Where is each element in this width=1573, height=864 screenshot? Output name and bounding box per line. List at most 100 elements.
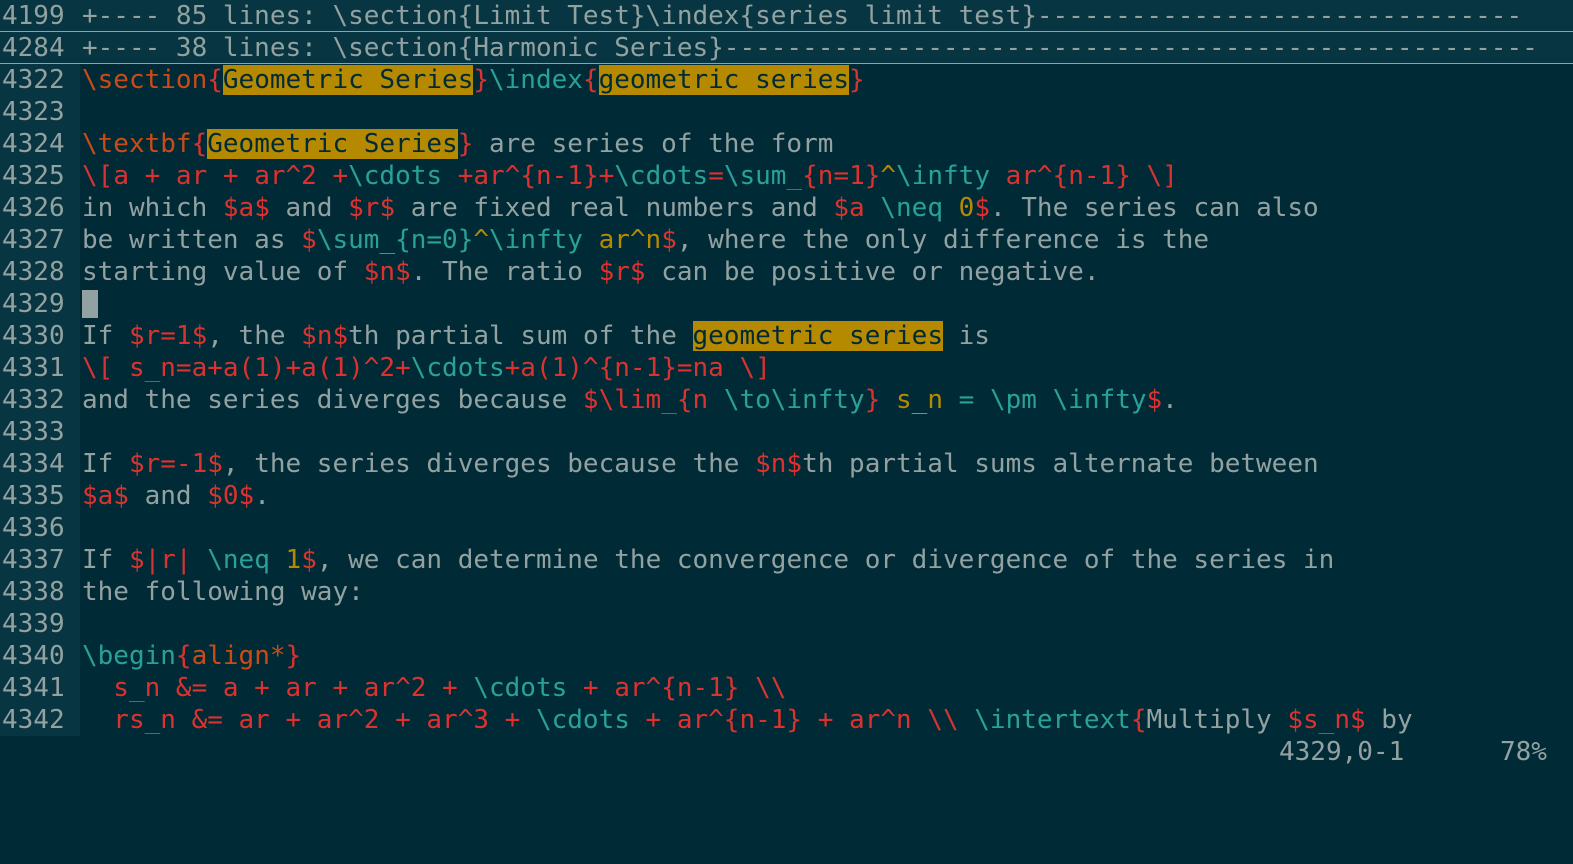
line-text[interactable]: and the series diverges because $\lim_{n… xyxy=(82,384,1178,416)
line-number: 4338 xyxy=(0,576,80,608)
code-line[interactable]: 4332 and the series diverges because $\li… xyxy=(0,384,1573,416)
code-token: \cdots xyxy=(535,705,630,735)
code-token: + ar^ xyxy=(629,705,724,735)
code-token: $r=-1$ xyxy=(128,449,223,479)
code-token: { xyxy=(582,65,599,95)
code-line[interactable]: 4341 s_n &= a + ar + ar^2 + \cdots + ar^… xyxy=(0,672,1573,704)
editor-buffer[interactable]: 4199 +---- 85 lines: \section{Limit Test}… xyxy=(0,0,1573,736)
code-line[interactable]: 4328 starting value of $n$. The ratio $r$… xyxy=(0,256,1573,288)
code-token: \cdots xyxy=(473,673,568,703)
line-text[interactable]: If $r=1$, the $n$th partial sum of the g… xyxy=(82,320,990,352)
code-token: $r$ xyxy=(348,193,396,223)
code-token: and xyxy=(128,481,208,511)
code-token: _{n=0} xyxy=(379,225,474,255)
code-token: \sum xyxy=(316,225,380,255)
code-line[interactable]: 4324 \textbf{Geometric Series} are series… xyxy=(0,128,1573,160)
code-token: \intertext xyxy=(974,705,1131,735)
line-text[interactable]: $a$ and $0$. xyxy=(82,480,270,512)
code-token: { xyxy=(1130,705,1147,735)
code-line[interactable]: 4335 $a$ and $0$. xyxy=(0,480,1573,512)
line-text[interactable]: If $r=-1$, the series diverges because t… xyxy=(82,448,1319,480)
code-line[interactable]: 4338 the following way: xyxy=(0,576,1573,608)
code-token: . xyxy=(1162,385,1178,415)
code-token: $ xyxy=(301,225,317,255)
line-number: 4328 xyxy=(0,256,80,288)
code-token: , we can determine the convergence or di… xyxy=(316,545,1335,575)
code-line[interactable]: 4322 \section{Geometric Series}\index{geo… xyxy=(0,64,1573,96)
code-token: 1 xyxy=(269,545,302,575)
line-text[interactable]: If $|r| \neq 1$, we can determine the co… xyxy=(82,544,1334,576)
line-text[interactable]: s_n &= a + ar + ar^2 + \cdots + ar^{n-1}… xyxy=(82,672,786,704)
line-number: 4333 xyxy=(0,416,80,448)
line-text[interactable]: +---- 85 lines: \section{Limit Test}\ind… xyxy=(82,0,1523,31)
code-line[interactable]: 4323 xyxy=(0,96,1573,128)
line-text[interactable]: the following way: xyxy=(82,576,364,608)
code-line[interactable]: 4334 If $r=-1$, the series diverges becau… xyxy=(0,448,1573,480)
line-text[interactable]: rs_n &= ar + ar^2 + ar^3 + \cdots + ar^ {… xyxy=(82,704,1412,736)
line-text[interactable]: \[ s_n=a+a(1)+a(1)^2+\cdots+a(1)^{n-1}=n… xyxy=(82,352,771,384)
code-token: 0 xyxy=(943,193,975,223)
cursor-position: 4329,0-1 xyxy=(1279,737,1405,767)
code-token: \[ s_n=a+a(1)+a(1)^2+ xyxy=(82,353,411,383)
code-token: {n-1} xyxy=(520,161,599,191)
line-text[interactable]: \textbf{Geometric Series} are series of … xyxy=(82,128,833,160)
code-token: $n$ xyxy=(363,257,411,287)
code-line[interactable]: 4340 \begin{align*} xyxy=(0,640,1573,672)
code-token: align* xyxy=(191,641,286,671)
line-text[interactable]: in which $a$ and $r$ are fixed real numb… xyxy=(82,192,1319,224)
code-token: +---- 38 lines: \section{Harmonic Series… xyxy=(82,33,1538,63)
code-line[interactable]: 4326 in which $a$ and $r$ are fixed real … xyxy=(0,192,1573,224)
code-token: \sum xyxy=(723,161,787,191)
line-number: 4332 xyxy=(0,384,80,416)
code-line[interactable]: 4325 \[a + ar + ar^2 +\cdots +ar^{n-1}+\c… xyxy=(0,160,1573,192)
vim-editor[interactable]: 4199 +---- 85 lines: \section{Limit Test}… xyxy=(0,0,1573,773)
search-match: geometric series xyxy=(598,65,850,95)
code-token: If xyxy=(82,321,129,351)
search-match: geometric series xyxy=(692,321,943,351)
code-line[interactable]: 4330 If $r=1$, the $n$th partial sum of t… xyxy=(0,320,1573,352)
code-line[interactable]: 4339 xyxy=(0,608,1573,640)
code-token: $ xyxy=(974,193,990,223)
code-token: +---- 85 lines: \section{Limit Test}\ind… xyxy=(82,1,1523,31)
code-line[interactable]: 4333 xyxy=(0,416,1573,448)
code-token: $0$ xyxy=(207,481,255,511)
code-token: \neq xyxy=(207,545,270,575)
fold-line[interactable]: 4284 +---- 38 lines: \section{Harmonic Se… xyxy=(0,32,1573,64)
line-number: 4336 xyxy=(0,512,80,544)
line-text[interactable]: \section{Geometric Series}\index{geometr… xyxy=(82,64,865,96)
code-token: and the series diverges because xyxy=(82,385,583,415)
code-token: _{n xyxy=(661,385,724,415)
code-token: $s_n$ xyxy=(1287,705,1366,735)
line-number: 4342 xyxy=(0,704,80,736)
code-token: $a$ xyxy=(222,193,270,223)
line-text[interactable]: \[a + ar + ar^2 +\cdots +ar^{n-1}+\cdots… xyxy=(82,160,1178,192)
code-token: \infty xyxy=(896,161,990,191)
line-text[interactable]: starting value of $n$. The ratio $r$ can… xyxy=(82,256,1100,288)
code-line[interactable]: 4329 xyxy=(0,288,1573,320)
code-token: \\ xyxy=(739,673,787,703)
code-token: \cdots xyxy=(410,353,505,383)
line-number: 4325 xyxy=(0,160,80,192)
code-line[interactable]: 4337 If $|r| \neq 1$, we can determine th… xyxy=(0,544,1573,576)
code-token: \to xyxy=(723,385,771,415)
code-token: ^ xyxy=(880,161,897,191)
line-text[interactable] xyxy=(82,288,98,320)
code-token: \[ xyxy=(82,161,114,191)
code-line[interactable]: 4342 rs_n &= ar + ar^2 + ar^3 + \cdots +… xyxy=(0,704,1573,736)
line-text[interactable]: be written as $\sum_{n=0}^\infty ar^n$, … xyxy=(82,224,1209,256)
code-token: \infty xyxy=(489,225,583,255)
status-line: 4329,0-1 78% xyxy=(0,736,1573,773)
code-line[interactable]: 4331 \[ s_n=a+a(1)+a(1)^2+\cdots+a(1)^{n-… xyxy=(0,352,1573,384)
code-token: {n-1} xyxy=(598,353,677,383)
line-text[interactable]: \begin{align*} xyxy=(82,640,301,672)
code-token: rs_n &= ar + ar^2 + ar^3 + xyxy=(82,705,536,735)
code-line[interactable]: 4327 be written as $\sum_{n=0}^\infty ar^… xyxy=(0,224,1573,256)
code-line[interactable]: 4336 xyxy=(0,512,1573,544)
code-token: +ar^ xyxy=(442,161,521,191)
code-token: \pm xyxy=(989,385,1037,415)
line-text[interactable]: +---- 38 lines: \section{Harmonic Series… xyxy=(82,32,1538,63)
line-number: 4334 xyxy=(0,448,80,480)
code-token: _{n=1} xyxy=(786,161,881,191)
fold-line[interactable]: 4199 +---- 85 lines: \section{Limit Test}… xyxy=(0,0,1573,32)
